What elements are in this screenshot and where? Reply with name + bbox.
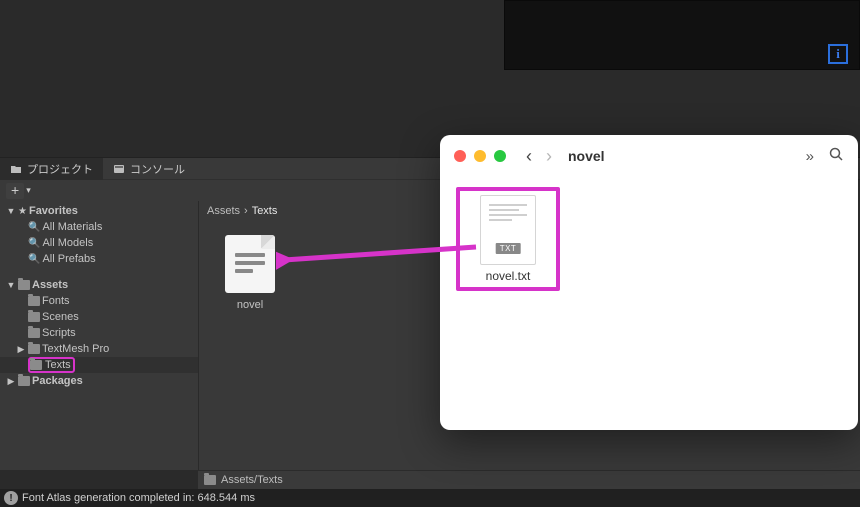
txt-file-icon: TXT — [480, 195, 536, 265]
finder-title: novel — [568, 148, 796, 164]
tab-label: コンソール — [130, 161, 185, 177]
breadcrumb-separator: › — [244, 205, 248, 217]
item-label: Fonts — [42, 295, 70, 307]
item-label: All Prefabs — [42, 253, 95, 265]
item-label: Texts — [45, 359, 71, 371]
project-sidebar: ▼★ Favorites 🔍All Materials 🔍All Models … — [0, 201, 198, 470]
assets-label: Assets — [32, 279, 68, 291]
tab-project[interactable]: プロジェクト — [0, 158, 103, 180]
folder-icon — [28, 312, 40, 322]
scene-preview-panel — [504, 0, 860, 70]
favorites-item[interactable]: 🔍All Materials — [0, 219, 198, 235]
assets-header[interactable]: ▼ Assets — [0, 277, 198, 293]
favorites-item[interactable]: 🔍All Prefabs — [0, 251, 198, 267]
folder-icon — [18, 280, 30, 290]
folder-icon — [28, 344, 40, 354]
info-icon: ! — [4, 491, 18, 505]
search-icon: 🔍 — [28, 238, 40, 249]
folder-icon — [30, 360, 42, 370]
project-icon — [10, 163, 22, 175]
folder-icon — [28, 296, 40, 306]
folder-item-textmeshpro[interactable]: ▶TextMesh Pro — [0, 341, 198, 357]
item-label: Scripts — [42, 327, 76, 339]
close-button[interactable] — [454, 150, 466, 162]
tab-label: プロジェクト — [27, 161, 93, 177]
status-text: Font Atlas generation completed in: 648.… — [22, 492, 255, 504]
packages-label: Packages — [32, 375, 83, 387]
search-icon: 🔍 — [28, 254, 40, 265]
info-icon[interactable]: i — [828, 44, 848, 64]
finder-window: ‹ › novel » TXT novel.txt — [440, 135, 858, 430]
nav-forward-button[interactable]: › — [546, 146, 552, 167]
asset-label: novel — [237, 299, 263, 311]
item-label: All Models — [42, 237, 93, 249]
add-menu-caret-icon[interactable]: ▾ — [26, 185, 31, 196]
path-text: Assets/Texts — [221, 474, 283, 486]
item-label: All Materials — [42, 221, 102, 233]
favorites-header[interactable]: ▼★ Favorites — [0, 203, 198, 219]
breadcrumb-current[interactable]: Texts — [252, 205, 278, 217]
text-asset-icon — [225, 235, 275, 293]
folder-item-fonts[interactable]: Fonts — [0, 293, 198, 309]
scene-view: i — [0, 0, 860, 157]
file-label: novel.txt — [486, 269, 531, 283]
favorites-label: Favorites — [29, 205, 78, 217]
folder-item-texts[interactable]: Texts — [0, 357, 198, 373]
packages-header[interactable]: ▶ Packages — [0, 373, 198, 389]
item-label: Scenes — [42, 311, 79, 323]
folder-item-scenes[interactable]: Scenes — [0, 309, 198, 325]
search-icon: 🔍 — [28, 222, 40, 233]
nav-back-button[interactable]: ‹ — [526, 146, 532, 167]
folder-icon — [18, 376, 30, 386]
maximize-button[interactable] — [494, 150, 506, 162]
star-icon: ★ — [18, 206, 27, 217]
file-badge: TXT — [496, 243, 521, 254]
path-bar: Assets/Texts — [198, 470, 860, 489]
console-icon — [113, 163, 125, 175]
finder-file-novel-txt[interactable]: TXT novel.txt — [464, 195, 552, 283]
finder-titlebar: ‹ › novel » — [440, 135, 858, 177]
add-button[interactable]: + — [6, 183, 24, 199]
minimize-button[interactable] — [474, 150, 486, 162]
item-label: TextMesh Pro — [42, 343, 109, 355]
folder-icon — [28, 328, 40, 338]
breadcrumb-root[interactable]: Assets — [207, 205, 240, 217]
favorites-item[interactable]: 🔍All Models — [0, 235, 198, 251]
more-icon[interactable]: » — [806, 148, 814, 165]
tab-console[interactable]: コンソール — [103, 158, 195, 180]
folder-item-scripts[interactable]: Scripts — [0, 325, 198, 341]
window-controls — [454, 150, 506, 162]
asset-tile-novel[interactable]: novel — [217, 235, 283, 311]
search-icon[interactable] — [828, 146, 844, 166]
status-bar: ! Font Atlas generation completed in: 64… — [0, 489, 860, 507]
folder-icon — [204, 475, 216, 485]
